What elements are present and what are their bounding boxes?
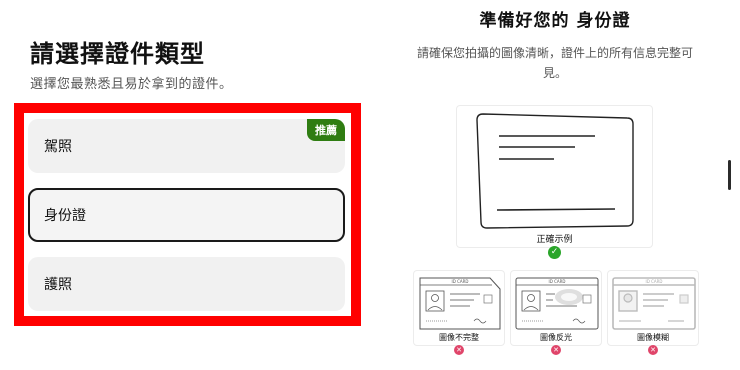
option-drivers-license[interactable]: 駕照 推薦 — [28, 119, 345, 173]
card-text: ID CARD — [452, 279, 469, 284]
error-x-icon: ✕ — [648, 345, 658, 355]
scrollbar[interactable] — [728, 160, 731, 190]
error-x-icon: ✕ — [551, 345, 561, 355]
bad-example-label: 圖像反光 — [540, 333, 572, 342]
card-text: ID CARD — [646, 279, 663, 284]
prepare-title: 準備好您的 身份證 — [479, 11, 631, 31]
option-passport[interactable]: 護照 — [28, 257, 345, 311]
card-text: ID CARD — [549, 279, 566, 284]
correct-example-label: 正確示例 — [536, 235, 573, 245]
correct-example-card — [456, 105, 653, 248]
page-subtitle: 選擇您最熟悉且易於拿到的證件。 — [30, 77, 233, 92]
error-x-icon: ✕ — [454, 345, 464, 355]
page-title: 請選擇證件類型 — [30, 40, 205, 68]
option-label: 駕照 — [44, 139, 72, 155]
option-id-card[interactable]: 身份證 — [28, 188, 345, 242]
option-label: 身份證 — [44, 208, 86, 224]
bad-example-label: 圖像不完整 — [439, 333, 479, 342]
recommended-badge: 推薦 — [307, 119, 345, 141]
bad-example-label: 圖像模糊 — [637, 333, 669, 342]
check-icon: ✓ — [548, 246, 561, 259]
id-card-illustration — [476, 113, 634, 229]
prepare-description: 請確保您拍攝的圖像清晰，證件上的所有信息完整可見。 — [416, 46, 693, 80]
option-label: 護照 — [44, 277, 72, 293]
